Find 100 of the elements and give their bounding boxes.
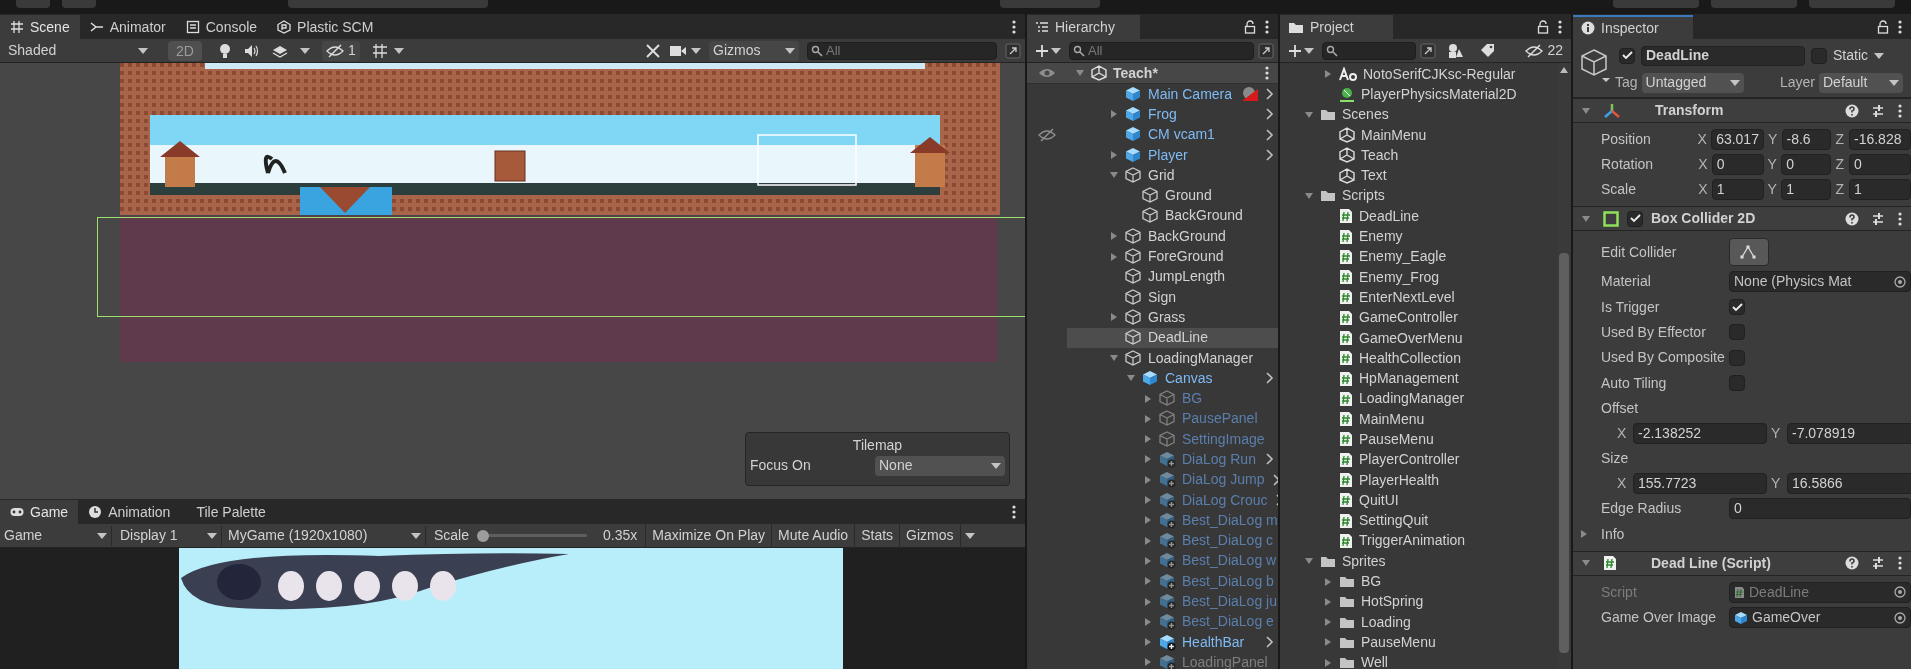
number-field[interactable]: 0 — [1781, 154, 1832, 175]
project-item[interactable]: PauseMenu — [1280, 632, 1557, 653]
collapsed-arrow-icon[interactable] — [1323, 576, 1333, 587]
toolbar-toggle-button[interactable]: Stats — [855, 523, 901, 548]
sliders-icon[interactable] — [1871, 556, 1885, 571]
light-bulb-icon[interactable] — [217, 42, 232, 59]
collapsed-arrow-icon[interactable] — [1143, 474, 1153, 485]
search-field[interactable] — [1322, 41, 1416, 60]
dropdown-caret-icon[interactable] — [97, 532, 107, 539]
more-options-icon[interactable] — [1897, 18, 1903, 35]
dropdown-caret-icon[interactable] — [1874, 52, 1884, 59]
eye-icon[interactable] — [1038, 66, 1056, 80]
gizmos-dropdown[interactable]: Gizmos — [709, 40, 799, 61]
checkbox[interactable] — [1729, 299, 1745, 316]
collapsed-arrow-icon[interactable] — [1143, 434, 1153, 445]
focus-dropdown[interactable]: None — [875, 455, 1005, 476]
panel-tab[interactable]: Inspector — [1573, 15, 1693, 39]
dropdown-caret-icon[interactable] — [964, 532, 975, 539]
scrollbar-thumb[interactable] — [1559, 253, 1569, 653]
project-item[interactable]: HealthCollection — [1280, 348, 1557, 369]
collapsed-arrow-icon[interactable] — [1143, 637, 1153, 648]
collapsed-arrow-icon[interactable] — [1143, 657, 1153, 668]
dropdown-caret-icon[interactable] — [207, 532, 217, 539]
foldout-label[interactable]: Info — [1601, 523, 1625, 545]
number-field[interactable]: -16.828 — [1849, 129, 1911, 150]
lock-icon[interactable] — [1877, 19, 1889, 34]
static-checkbox[interactable] — [1811, 47, 1827, 64]
expanded-arrow-icon[interactable] — [1581, 105, 1591, 116]
number-field[interactable]: 0 — [1729, 498, 1911, 520]
panel-tab[interactable]: Project — [1280, 15, 1393, 39]
collapsed-arrow-icon[interactable] — [1109, 231, 1119, 242]
chevron-right-icon[interactable] — [1264, 148, 1274, 163]
collapsed-arrow-icon[interactable] — [1143, 596, 1153, 607]
collapsed-arrow-icon[interactable] — [1109, 150, 1119, 161]
collapsed-arrow-icon[interactable] — [1323, 617, 1333, 628]
collapsed-arrow-icon[interactable] — [1323, 657, 1333, 668]
popout-icon[interactable] — [1258, 42, 1274, 59]
dropdown-caret-icon[interactable] — [785, 47, 795, 54]
number-field[interactable]: 1 — [1711, 179, 1764, 200]
project-item[interactable]: BG — [1280, 571, 1557, 592]
toolbar-toggle-button[interactable]: Gizmos — [900, 523, 961, 548]
project-item[interactable]: Sprites — [1280, 551, 1557, 572]
panel-tab[interactable]: Scene — [0, 15, 80, 39]
object-field[interactable]: GameOver — [1729, 607, 1911, 629]
project-item[interactable]: Enemy_Frog — [1280, 266, 1557, 288]
project-item[interactable]: NotoSerifCJKsc-Regular — [1280, 64, 1557, 85]
project-item[interactable]: MainMenu — [1280, 124, 1557, 146]
collapsed-arrow-icon[interactable] — [1109, 251, 1119, 262]
dropdown-caret-icon[interactable] — [1051, 47, 1061, 54]
slider-thumb[interactable] — [477, 529, 490, 542]
more-options-icon[interactable] — [1011, 503, 1017, 520]
resolution-dropdown[interactable]: MyGame (1920x1080) — [222, 525, 426, 546]
collapsed-arrow-icon[interactable] — [1143, 616, 1153, 627]
collapsed-arrow-icon[interactable] — [1143, 576, 1153, 587]
collapsed-arrow-icon[interactable] — [1143, 535, 1153, 546]
number-field[interactable]: 1 — [1781, 179, 1832, 200]
dropdown-caret-icon[interactable] — [1889, 79, 1899, 86]
dropdown-caret-icon[interactable] — [691, 47, 701, 54]
component-header[interactable]: Dead Line (Script) — [1573, 550, 1911, 576]
chevron-right-icon[interactable] — [1264, 635, 1274, 650]
component-header[interactable]: Transform — [1573, 98, 1911, 123]
collapsed-arrow-icon[interactable] — [1143, 393, 1153, 404]
project-item[interactable]: QuitUI — [1280, 490, 1557, 511]
collapsed-arrow-icon[interactable] — [1323, 69, 1333, 80]
more-options-icon[interactable] — [1264, 18, 1270, 35]
toolbar-toggle-button[interactable]: Mute Audio — [772, 523, 856, 548]
panel-tab[interactable]: Console — [175, 15, 268, 39]
tag-dropdown[interactable]: Untagged — [1641, 72, 1744, 93]
scene-visibility-toggle[interactable]: 1 — [321, 40, 360, 61]
lock-icon[interactable] — [1537, 19, 1549, 34]
active-checkbox[interactable] — [1619, 47, 1635, 64]
checkbox[interactable] — [1729, 375, 1745, 392]
project-item[interactable]: Text — [1280, 165, 1557, 186]
object-picker-icon[interactable] — [1894, 611, 1906, 624]
project-item[interactable]: PauseMenu — [1280, 429, 1557, 450]
checkbox[interactable] — [1729, 324, 1745, 341]
project-item[interactable]: SettingQuit — [1280, 510, 1557, 531]
more-options-icon[interactable] — [1897, 210, 1903, 227]
dropdown-caret-icon[interactable] — [138, 47, 148, 54]
shading-dropdown[interactable]: Shaded — [4, 40, 152, 61]
chevron-right-icon[interactable] — [1264, 127, 1274, 142]
hidden-packages-toggle[interactable]: 22 — [1525, 40, 1563, 61]
hierarchy-item[interactable]: DeadLine — [1027, 327, 1278, 348]
project-item[interactable]: GameOverMenu — [1280, 327, 1557, 349]
chevron-right-icon[interactable] — [1264, 107, 1274, 122]
expanded-arrow-icon[interactable] — [1581, 213, 1591, 224]
lock-icon[interactable] — [1244, 19, 1256, 34]
number-field[interactable]: 0 — [1849, 154, 1911, 175]
project-item[interactable]: GameController — [1280, 307, 1557, 328]
project-item[interactable]: MainMenu — [1280, 409, 1557, 430]
more-options-icon[interactable] — [1897, 555, 1903, 572]
component-enabled-checkbox[interactable] — [1627, 210, 1643, 227]
project-item[interactable]: Enemy_Eagle — [1280, 246, 1557, 267]
panel-tab[interactable]: Animator — [79, 15, 176, 39]
search-field[interactable]: All — [807, 41, 997, 60]
dropdown-caret-icon[interactable] — [1304, 47, 1314, 54]
collapsed-arrow-icon[interactable] — [1143, 413, 1153, 424]
number-field[interactable]: -7.078919 — [1787, 422, 1911, 444]
panel-tab[interactable]: Tile Palette — [180, 500, 276, 524]
popout-icon[interactable] — [1005, 42, 1021, 59]
